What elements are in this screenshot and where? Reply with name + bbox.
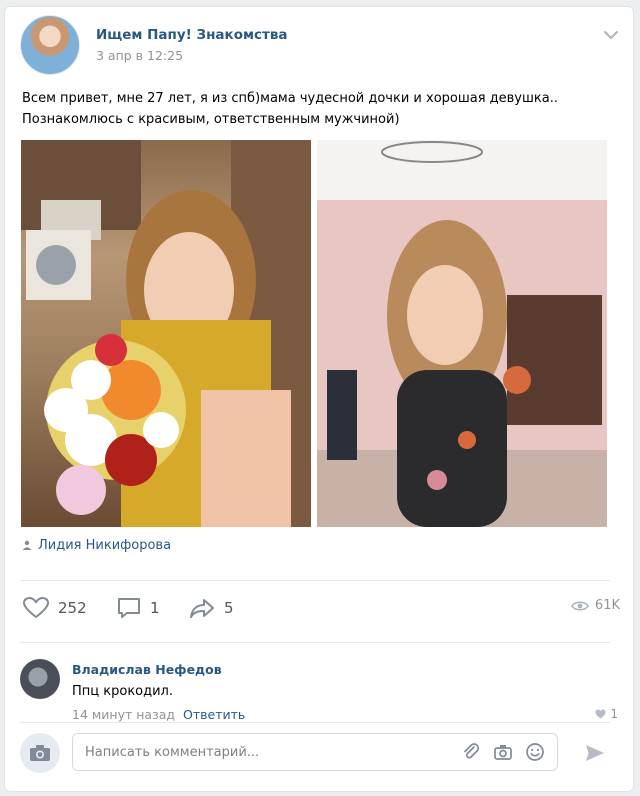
post-text-line: Всем привет, мне 27 лет, я из спб)мама ч… (22, 91, 558, 106)
share-button[interactable]: 5 (188, 596, 234, 620)
post-text: Всем привет, мне 27 лет, я из спб)мама ч… (22, 88, 612, 130)
comment-input[interactable] (72, 733, 558, 771)
send-icon[interactable] (584, 742, 606, 764)
post-date[interactable]: 3 апр в 12:25 (96, 48, 183, 63)
reply-link[interactable]: Ответить (183, 707, 245, 722)
comment-author-name[interactable]: Владислав Нефедов (72, 662, 222, 677)
divider (20, 722, 610, 723)
divider (20, 580, 610, 581)
comment-text: Ппц крокодил. (72, 684, 173, 699)
heart-icon (22, 596, 50, 619)
smile-icon[interactable] (525, 742, 545, 762)
comment-count: 1 (150, 599, 160, 617)
group-avatar[interactable] (20, 15, 80, 75)
view-count: 61K (594, 598, 620, 613)
divider (20, 642, 610, 643)
post-photo[interactable] (21, 140, 311, 527)
like-count: 252 (58, 599, 87, 617)
comment-meta: 14 минут назад Ответить (72, 707, 245, 722)
comment-like-button[interactable]: 1 (595, 707, 618, 721)
heart-icon (595, 709, 606, 719)
share-icon (190, 599, 214, 618)
user-icon (22, 540, 32, 550)
like-button[interactable]: 252 (22, 596, 87, 620)
views-counter: 61K (570, 598, 620, 613)
eye-icon (570, 600, 589, 611)
share-count: 5 (224, 599, 234, 617)
camera-icon (30, 745, 50, 761)
post-photo[interactable] (317, 140, 607, 527)
paperclip-icon[interactable] (461, 742, 481, 762)
post-text-line: Познакомлюсь с красивым, ответственным м… (22, 112, 400, 127)
group-name-link[interactable]: Ищем Папу! Знакомства (96, 27, 288, 43)
comment-author-avatar[interactable] (20, 659, 60, 699)
photo-flowers-illustration (21, 140, 311, 527)
comment-button[interactable]: 1 (116, 596, 160, 620)
photo-pink-room-illustration (317, 140, 607, 527)
post-author-signature[interactable]: Лидия Никифорова (22, 538, 171, 553)
post-author-name: Лидия Никифорова (38, 538, 172, 553)
comment-time[interactable]: 14 минут назад (72, 707, 175, 722)
comment-icon (118, 598, 140, 618)
chevron-down-icon[interactable] (602, 28, 620, 42)
comment-like-count: 1 (610, 707, 618, 721)
attach-photo-button[interactable] (20, 733, 60, 773)
camera-icon[interactable] (493, 742, 513, 762)
